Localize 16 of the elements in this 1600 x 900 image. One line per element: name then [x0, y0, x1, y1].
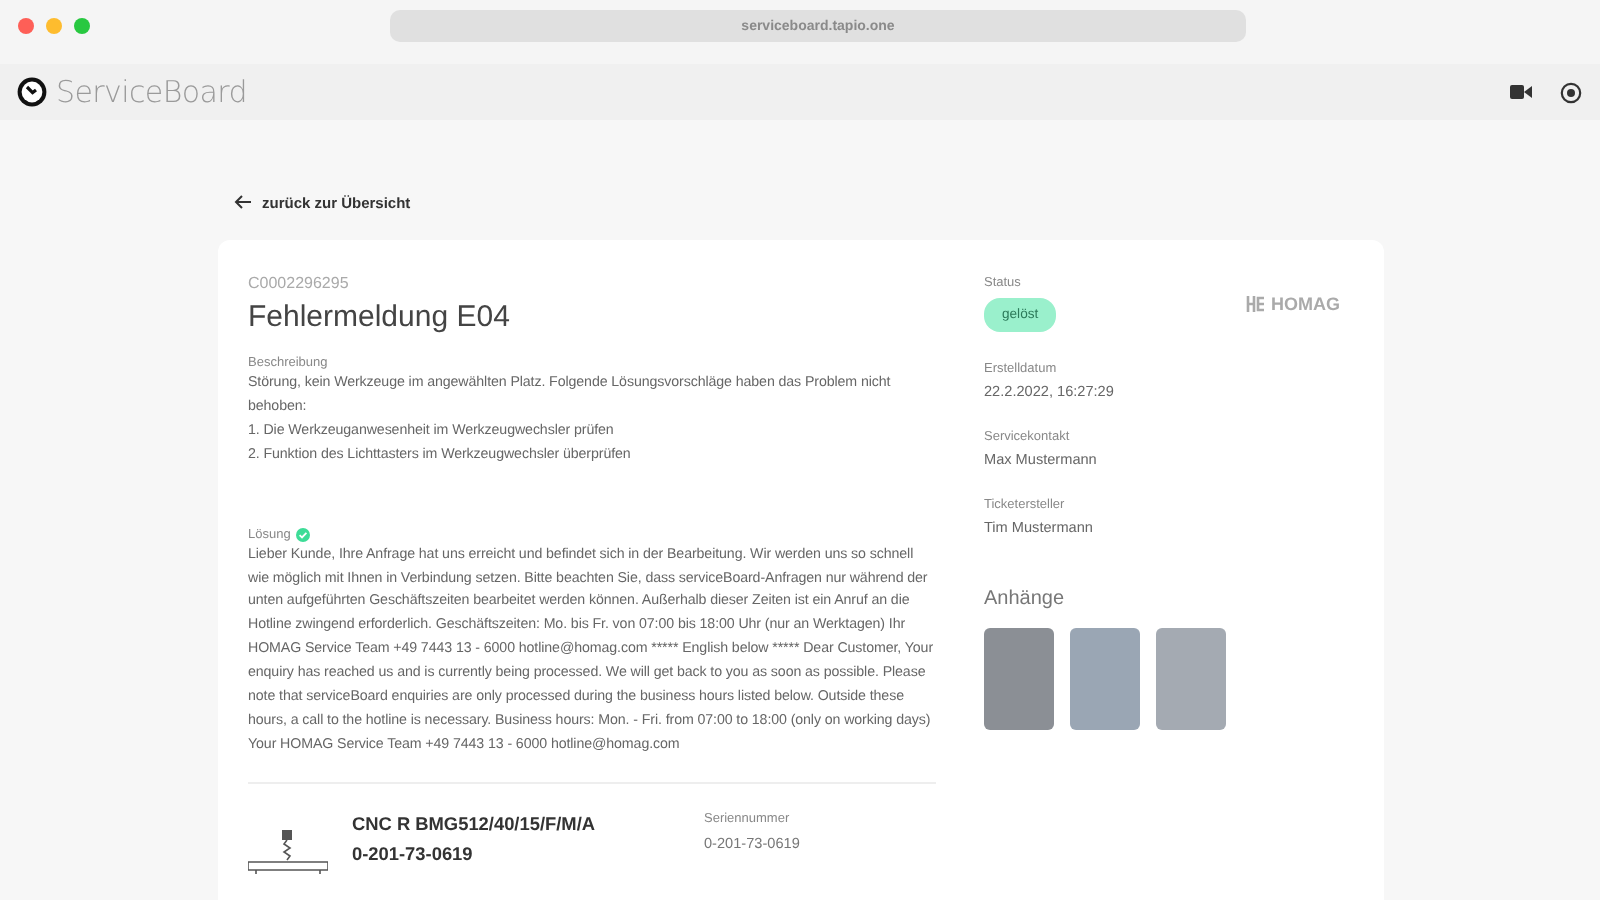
- close-button[interactable]: [18, 18, 34, 34]
- ticket-id: C0002296295: [248, 274, 351, 296]
- record-icon[interactable]: [1560, 81, 1582, 103]
- video-camera-icon[interactable]: [1510, 84, 1532, 100]
- maximize-button[interactable]: [74, 18, 90, 34]
- brand-mark-icon: [1245, 296, 1265, 312]
- machine-name: CNC R BMG512/40/15/F/M/A: [352, 811, 598, 838]
- logo-icon: [16, 76, 48, 108]
- cnc-machine-icon: [248, 829, 328, 874]
- app-name: ServiceBoard: [56, 74, 247, 110]
- attachments-heading: Anhänge: [984, 588, 1067, 610]
- machine-number: 0-201-73-0619: [352, 841, 475, 868]
- minimize-button[interactable]: [46, 18, 62, 34]
- ticket-title: Fehlermeldung E04: [248, 300, 512, 334]
- arrow-left-icon: [234, 194, 252, 210]
- brand-name: HOMAG: [1271, 294, 1340, 314]
